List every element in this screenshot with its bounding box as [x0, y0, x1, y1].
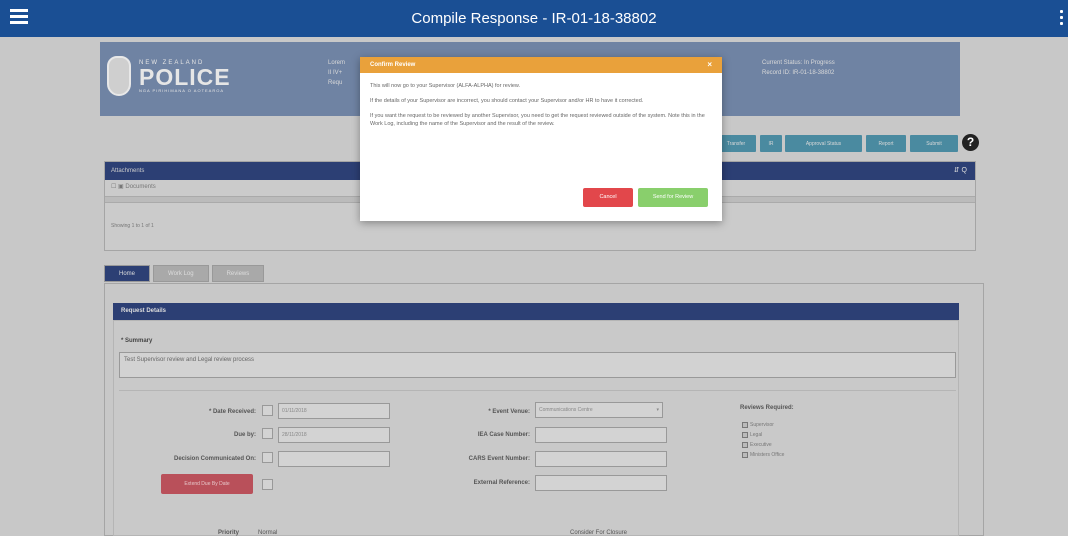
- header-left-line: Lorem: [328, 60, 346, 66]
- event-venue-select[interactable]: Communications Centre ▾: [535, 402, 663, 418]
- close-icon[interactable]: ×: [707, 57, 712, 73]
- cars-event-label: CARS Event Number:: [468, 456, 530, 462]
- iea-case-input[interactable]: [535, 427, 667, 443]
- documents-label: Documents: [125, 184, 156, 190]
- priority-label: Priority: [218, 530, 240, 536]
- request-details-header: Request Details: [113, 303, 959, 320]
- calendar-icon[interactable]: [262, 428, 273, 439]
- header-right-info: Current Status: In Progress Record ID: I…: [762, 58, 835, 78]
- summary-label: * Summary: [121, 338, 153, 344]
- tab-reviews[interactable]: Reviews: [211, 265, 265, 282]
- calendar-icon[interactable]: [262, 479, 273, 490]
- modal-paragraph: If the details of your Supervisor are in…: [370, 98, 644, 104]
- approval-status-button[interactable]: Approval Status: [785, 135, 862, 152]
- ir-button[interactable]: IR: [760, 135, 782, 152]
- header-left-line: Requ: [328, 80, 343, 86]
- police-logo: NEW ZEALAND POLICE NGA PIRIHIMANA O AOTE…: [107, 52, 257, 100]
- send-for-review-button[interactable]: Send for Review: [638, 188, 708, 207]
- review-option-label: Supervisor: [750, 422, 774, 428]
- cancel-button[interactable]: Cancel: [583, 188, 633, 207]
- header-left-info: Lorem II IV+ Requ: [328, 58, 345, 88]
- date-received-label: * Date Received:: [208, 409, 256, 415]
- date-received-input[interactable]: 01/11/2018: [278, 403, 390, 419]
- priority-value[interactable]: Normal: [258, 530, 277, 536]
- modal-body: This will now go to your Supervisor (ALF…: [360, 73, 722, 144]
- checkbox-icon: [742, 442, 748, 448]
- summary-textarea[interactable]: Test Supervisor review and Legal review …: [119, 352, 956, 378]
- due-by-input[interactable]: 28/11/2018: [278, 427, 390, 443]
- calendar-icon[interactable]: [262, 405, 273, 416]
- page-title: Compile Response - IR-01-18-38802: [411, 10, 657, 27]
- review-option-label: Executive: [750, 442, 772, 448]
- submit-button[interactable]: Submit: [910, 135, 958, 152]
- record-id: Record ID: IR-01-18-38802: [762, 70, 835, 76]
- header-left-line: II IV+: [328, 70, 343, 76]
- modal-paragraph: This will now go to your Supervisor (ALF…: [370, 83, 521, 89]
- modal-header: Confirm Review ×: [360, 57, 722, 73]
- cars-event-input[interactable]: [535, 451, 667, 467]
- extend-due-date-button[interactable]: Extend Due By Date: [161, 474, 253, 494]
- modal-buttons: Cancel Send for Review: [583, 188, 708, 207]
- calendar-icon[interactable]: [262, 452, 273, 463]
- modal-title: Confirm Review: [370, 62, 416, 68]
- modal-paragraph: If you want the request to be reviewed b…: [370, 113, 705, 127]
- logo-big-text: POLICE: [139, 63, 231, 90]
- external-reference-input[interactable]: [535, 475, 667, 491]
- top-bar: Compile Response - IR-01-18-38802: [0, 0, 1068, 37]
- help-icon[interactable]: ?: [962, 134, 979, 151]
- tab-home[interactable]: Home: [104, 265, 151, 282]
- iea-case-label: IEA Case Number:: [477, 432, 530, 438]
- decision-label: Decision Communicated On:: [173, 456, 256, 462]
- review-supervisor-checkbox[interactable]: Supervisor: [742, 422, 774, 428]
- review-legal-checkbox[interactable]: Legal: [742, 432, 762, 438]
- review-option-label: Legal: [750, 432, 763, 438]
- event-venue-value: Communications Centre: [539, 407, 593, 413]
- current-status: Current Status: In Progress: [762, 60, 835, 66]
- hamburger-menu-icon[interactable]: [10, 9, 28, 27]
- consider-closure-checkbox[interactable]: Consider For Closure: [570, 530, 627, 536]
- checkbox-icon: [742, 452, 748, 458]
- crest-icon: [107, 56, 131, 96]
- attachments-tools-icon[interactable]: ⇵ Q: [954, 162, 967, 180]
- tab-bar: Home Work Log Reviews: [104, 265, 265, 282]
- divider: [119, 390, 956, 391]
- transfer-button[interactable]: Transfer: [716, 135, 756, 152]
- checkbox-icon: [742, 422, 748, 428]
- review-executive-checkbox[interactable]: Executive: [742, 442, 772, 448]
- report-button[interactable]: Report: [866, 135, 906, 152]
- review-ministers-checkbox[interactable]: Ministers Office: [742, 452, 784, 458]
- tab-work-log[interactable]: Work Log: [153, 265, 209, 282]
- checkbox-icon: [742, 432, 748, 438]
- review-option-label: Ministers Office: [750, 452, 785, 458]
- attachments-title: Attachments: [111, 168, 145, 174]
- logo-tiny-text: NGA PIRIHIMANA O AOTEAROA: [139, 87, 225, 93]
- more-options-icon[interactable]: [1060, 10, 1064, 26]
- external-reference-label: External Reference:: [473, 480, 530, 486]
- reviews-required-label: Reviews Required:: [740, 405, 794, 411]
- confirm-review-modal: Confirm Review × This will now go to you…: [360, 57, 722, 221]
- event-venue-label: * Event Venue:: [488, 409, 530, 415]
- chevron-down-icon: ▾: [656, 407, 659, 413]
- due-by-label: Due by:: [233, 432, 256, 438]
- decision-input[interactable]: [278, 451, 390, 467]
